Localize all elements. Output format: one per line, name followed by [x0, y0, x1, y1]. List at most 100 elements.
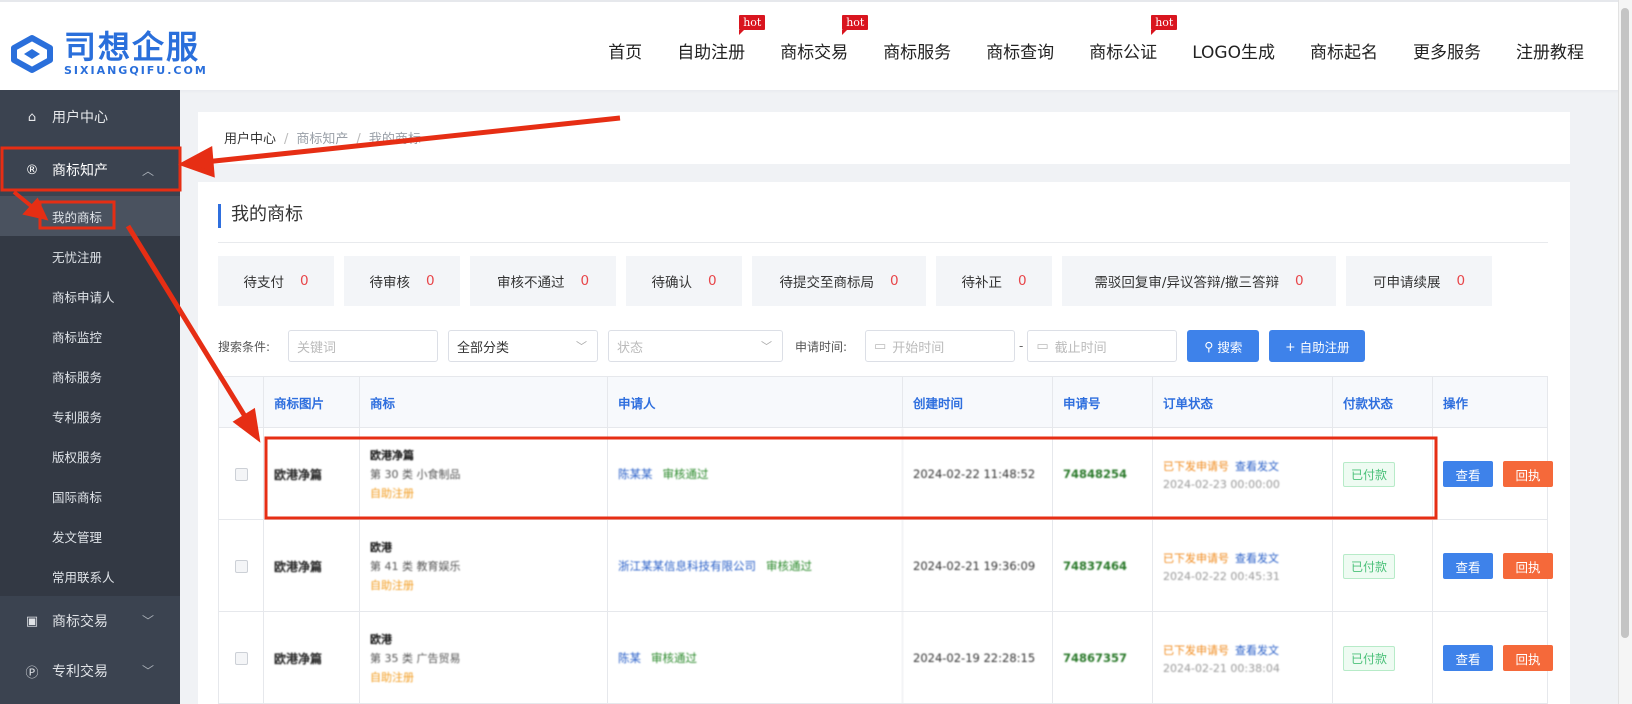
main-nav: 首页 自助注册 hot 商标交易 hot 商标服务 商标查询 商标公证 hot LOG… [573, 15, 1584, 63]
patent-icon: Ⓟ [25, 665, 39, 681]
sidebar: ⌂ 用户中心 ® 商标知产 ︿ 我的商标 无忧注册 商标申请人 商标监控 商标服… [0, 90, 180, 704]
scrollbar-thumb[interactable] [1621, 8, 1629, 638]
table-row: 欧港净篇 欧港 第 35 类 广告贸易 自助注册 陈某 审核通过 2024-02-… [219, 611, 1553, 704]
stat-needs-defense[interactable]: 需驳回复审/异议答辩/撤三答辩 0 [1062, 256, 1336, 306]
nav-home[interactable]: 首页 [608, 38, 642, 63]
nav-more-services[interactable]: 更多服务 [1413, 38, 1481, 63]
view-button[interactable]: 查看 [1443, 553, 1493, 579]
sidebar-item-trademark-service[interactable]: 商标服务 [0, 356, 180, 396]
chevron-up-icon: ︿ [141, 164, 154, 178]
nav-trademark-service[interactable]: 商标服务 [883, 38, 951, 63]
trademark-class: 第 41 类 教育娱乐 [370, 560, 461, 573]
stat-pending-review[interactable]: 待审核 0 [344, 256, 460, 306]
row-checkbox[interactable] [234, 651, 248, 665]
stat-renewable[interactable]: 可申请续展 0 [1346, 256, 1492, 306]
created-time: 2024-02-22 11:48:52 [902, 428, 1052, 520]
sidebar-item-patent-service[interactable]: 专利服务 [0, 396, 180, 436]
applicant-status: 审核通过 [662, 467, 709, 481]
stat-pending-confirm[interactable]: 待确认 0 [626, 256, 742, 306]
application-number: 74837464 [1063, 559, 1128, 573]
nav-logo-generate[interactable]: LOGO生成 [1192, 38, 1275, 63]
nav-trademark-trade[interactable]: 商标交易 hot [780, 15, 869, 63]
view-document-link[interactable]: 查看发文 [1235, 644, 1279, 657]
table-header: 商标图片 商标 申请人 创建时间 申请号 订单状态 付款状态 操作 [219, 377, 1547, 427]
order-status: 已下发申请号 查看发文 [1163, 643, 1279, 657]
keyword-input[interactable]: 关键词 [288, 330, 438, 362]
status-select[interactable]: 状态 ﹀ [608, 330, 783, 362]
order-status: 已下发申请号 查看发文 [1163, 551, 1279, 565]
chevron-down-icon: ﹀ [576, 340, 587, 353]
sidebar-item-applicants[interactable]: 商标申请人 [0, 276, 180, 316]
chevron-down-icon: ﹀ [141, 664, 154, 678]
application-number: 74867357 [1063, 651, 1128, 665]
breadcrumb-item[interactable]: 商标知产 [296, 132, 348, 147]
registered-icon: ® [25, 162, 39, 178]
trademark-image: 欧港净篇 [274, 559, 323, 574]
start-date-input[interactable]: ▭ 开始时间 [865, 330, 1015, 362]
logo[interactable]: 司想企服 SIXIANGQIFU.COM [6, 30, 208, 77]
nav-trademark-search[interactable]: 商标查询 [986, 38, 1054, 63]
stat-review-rejected[interactable]: 审核不通过 0 [470, 256, 616, 306]
sidebar-item-patent-trade[interactable]: Ⓟ 专利交易 ﹀ [0, 646, 180, 696]
receipt-button[interactable]: 回执 [1503, 553, 1553, 579]
hot-badge: hot [842, 15, 869, 35]
col-header: 商标 [359, 377, 607, 427]
sidebar-item-worry-free-register[interactable]: 无忧注册 [0, 236, 180, 276]
view-button[interactable]: 查看 [1443, 461, 1493, 487]
end-date-input[interactable]: ▭ 截止时间 [1027, 330, 1178, 362]
nav-self-register[interactable]: 自助注册 hot [677, 15, 766, 63]
page-title: 我的商标 [218, 204, 303, 228]
sidebar-item-contacts[interactable]: 常用联系人 [0, 556, 180, 596]
sidebar-item-copyright-service[interactable]: 版权服务 [0, 436, 180, 476]
sidebar-item-user-center[interactable]: ⌂ 用户中心 [0, 90, 180, 144]
view-document-link[interactable]: 查看发文 [1235, 552, 1279, 565]
table-row: 欧港净篇 欧港 第 41 类 教育娱乐 自助注册 浙江某某信息科技有限公司 审核通… [219, 519, 1553, 612]
sidebar-item-trademark-trade[interactable]: ▣ 商标交易 ﹀ [0, 596, 180, 646]
order-status-time: 2024-02-23 00:00:00 [1163, 477, 1280, 491]
view-document-link[interactable]: 查看发文 [1235, 460, 1279, 473]
stat-pending-payment[interactable]: 待支付 0 [218, 256, 334, 306]
nav-trademark-notary[interactable]: 商标公证 hot [1089, 15, 1178, 63]
sidebar-item-my-trademarks[interactable]: 我的商标 [0, 196, 180, 236]
stat-pending-correction[interactable]: 待补正 0 [936, 256, 1052, 306]
filter-label: 搜索条件: [218, 339, 271, 354]
self-register-button[interactable]: + 自助注册 [1269, 330, 1366, 362]
trademark-tag: 自助注册 [370, 671, 414, 684]
col-header: 申请号 [1052, 377, 1152, 427]
row-checkbox[interactable] [234, 559, 248, 573]
calendar-icon: ▭ [1036, 338, 1049, 354]
receipt-button[interactable]: 回执 [1503, 461, 1553, 487]
applicant-name[interactable]: 浙江某某信息科技有限公司 [618, 558, 756, 574]
sidebar-group-trademark-ip[interactable]: ® 商标知产 ︿ [0, 144, 180, 196]
trademark-name: 欧港 [370, 541, 392, 554]
plus-icon: + [1285, 338, 1296, 354]
nav-register-tutorial[interactable]: 注册教程 [1516, 38, 1584, 63]
order-status-time: 2024-02-21 00:38:04 [1163, 661, 1280, 675]
receipt-button[interactable]: 回执 [1503, 645, 1553, 671]
trademark-table: 商标图片 商标 申请人 创建时间 申请号 订单状态 付款状态 操作 欧港净篇 欧… [218, 376, 1553, 704]
breadcrumb-item[interactable]: 用户中心 [224, 132, 276, 147]
sidebar-item-documents[interactable]: 发文管理 [0, 516, 180, 556]
col-header: 订单状态 [1152, 377, 1332, 427]
applicant-name[interactable]: 陈某 [618, 650, 641, 666]
created-time: 2024-02-19 22:28:15 [902, 612, 1052, 704]
row-checkbox[interactable] [234, 467, 248, 481]
sidebar-item-international[interactable]: 国际商标 [0, 476, 180, 516]
applicant-name[interactable]: 陈某某 [618, 466, 653, 482]
calendar-icon: ▭ [874, 338, 887, 354]
trademark-tag: 自助注册 [370, 579, 414, 592]
trademark-name: 欧港净篇 [370, 449, 414, 462]
breadcrumb-current: 我的商标 [368, 132, 421, 147]
view-button[interactable]: 查看 [1443, 645, 1493, 671]
divider [218, 242, 1548, 243]
filter-bar: 搜索条件: 关键词 全部分类 ﹀ 状态 ﹀ 申请时间: ▭ 开始时间 - ▭ 截止时间 … [218, 330, 1366, 362]
nav-trademark-naming[interactable]: 商标起名 [1310, 38, 1378, 63]
category-select[interactable]: 全部分类 ﹀ [448, 330, 598, 362]
stat-pending-submit[interactable]: 待提交至商标局 0 [752, 256, 926, 306]
sidebar-item-monitoring[interactable]: 商标监控 [0, 316, 180, 356]
home-icon: ⌂ [27, 109, 37, 125]
created-time: 2024-02-21 19:36:09 [902, 520, 1052, 612]
page-scrollbar[interactable] [1618, 0, 1632, 704]
search-button[interactable]: ⚲ 搜索 [1187, 330, 1260, 362]
status-summary: 待支付 0 待审核 0 审核不通过 0 待确认 0 待提交至商标局 0 待补正 0 需驳回复… [218, 256, 1502, 306]
